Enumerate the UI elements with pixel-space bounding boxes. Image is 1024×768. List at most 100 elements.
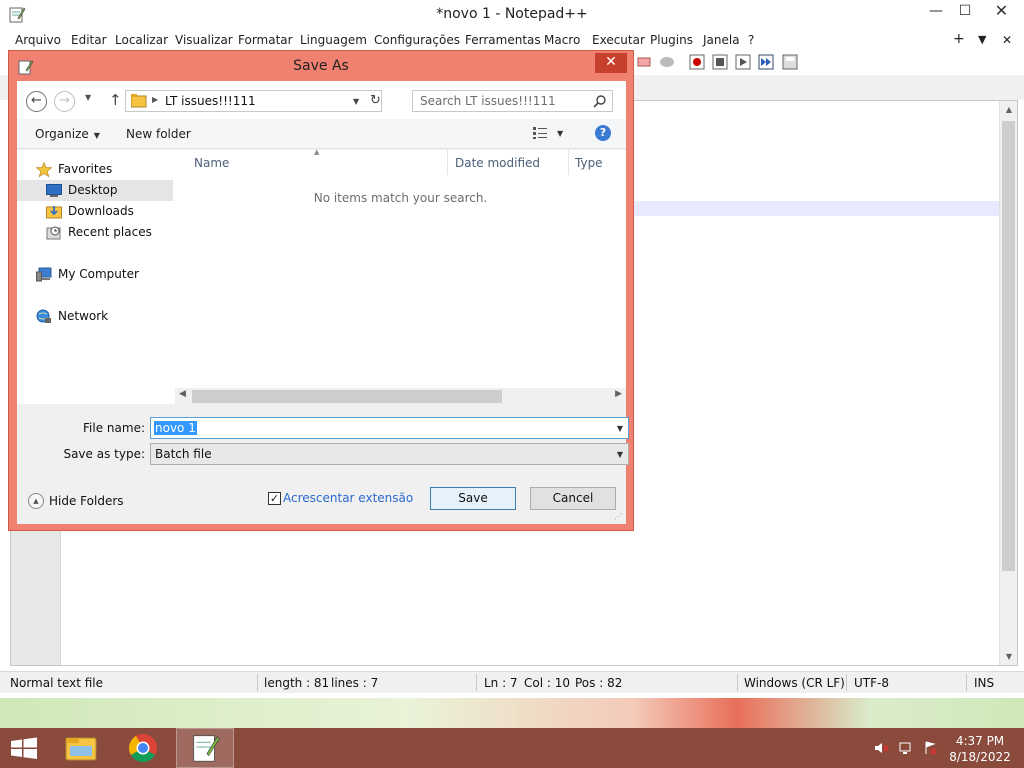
help-icon[interactable]: ? bbox=[595, 125, 611, 141]
nav-item-label: Recent places bbox=[68, 225, 152, 239]
downloads-icon bbox=[46, 206, 62, 219]
change-view-icon[interactable] bbox=[532, 126, 548, 140]
column-separator[interactable] bbox=[568, 150, 569, 175]
tab-list-button[interactable]: ▼ bbox=[978, 33, 986, 46]
menu-visualizar[interactable]: Visualizar bbox=[175, 33, 233, 47]
column-header-type[interactable]: Type bbox=[575, 156, 603, 170]
search-placeholder[interactable]: Search LT issues!!!111 bbox=[420, 94, 556, 108]
nav-item-desktop[interactable]: Desktop bbox=[17, 180, 173, 201]
file-list-pane[interactable]: ▲ Name Date modified Type No items match… bbox=[175, 148, 626, 404]
notepad-plus-plus-taskbar-icon[interactable] bbox=[176, 728, 234, 768]
menu-linguagem[interactable]: Linguagem bbox=[300, 33, 367, 47]
cancel-button[interactable]: Cancel bbox=[530, 487, 616, 510]
menu-executar[interactable]: Executar bbox=[592, 33, 645, 47]
status-separator bbox=[257, 674, 258, 691]
status-position: Pos : 82 bbox=[575, 676, 623, 690]
column-header-date-modified[interactable]: Date modified bbox=[455, 156, 540, 170]
file-explorer-icon[interactable] bbox=[52, 728, 110, 768]
recent-places-icon bbox=[46, 226, 61, 240]
recent-locations-chevron-icon[interactable]: ▼ bbox=[85, 93, 91, 102]
file-name-label: File name: bbox=[83, 421, 145, 435]
new-folder-button[interactable]: New folder bbox=[126, 127, 191, 141]
scroll-left-icon[interactable]: ◀ bbox=[179, 389, 186, 399]
nav-item-network[interactable]: Network bbox=[17, 306, 173, 327]
scroll-down-icon[interactable]: ▼ bbox=[1000, 652, 1018, 661]
file-list-horizontal-scrollbar[interactable]: ◀ ▶ bbox=[175, 388, 626, 405]
system-clock[interactable]: 4:37 PM 8/18/2022 bbox=[945, 733, 1015, 765]
menu-configuracoes[interactable]: Configurações bbox=[374, 33, 460, 47]
resize-grip-icon[interactable]: ⋰ bbox=[614, 512, 624, 522]
save-as-type-value: Batch file bbox=[155, 447, 212, 461]
search-box[interactable]: Search LT issues!!!111 bbox=[412, 90, 613, 112]
append-extension-checkbox[interactable]: ✓ bbox=[268, 492, 281, 505]
maximize-button[interactable]: ☐ bbox=[951, 0, 979, 24]
chrome-icon[interactable] bbox=[114, 728, 172, 768]
breadcrumb-chevron-icon[interactable]: ▶ bbox=[152, 95, 158, 104]
editor-vertical-scrollbar[interactable]: ▲ ▼ bbox=[999, 101, 1017, 665]
view-options-chevron-icon[interactable]: ▼ bbox=[557, 129, 563, 138]
status-file-type: Normal text file bbox=[10, 676, 104, 690]
chevron-down-icon: ▼ bbox=[616, 450, 623, 459]
organize-button[interactable]: Organize ▼ bbox=[35, 127, 100, 141]
highlight-icon[interactable] bbox=[636, 54, 652, 70]
chevron-up-icon: ▲ bbox=[28, 493, 44, 509]
menu-formatar[interactable]: Formatar bbox=[238, 33, 293, 47]
column-separator[interactable] bbox=[447, 150, 448, 175]
forward-arrow-icon[interactable]: → bbox=[54, 91, 75, 112]
volume-muted-icon[interactable] bbox=[873, 740, 889, 756]
close-button[interactable]: ✕ bbox=[979, 0, 1024, 24]
editor-scroll-thumb[interactable] bbox=[1002, 121, 1015, 571]
refresh-icon[interactable]: ↻ bbox=[369, 91, 382, 111]
address-path[interactable]: LT issues!!!111 bbox=[165, 94, 256, 108]
windows-start-icon[interactable] bbox=[0, 728, 48, 768]
file-name-field[interactable]: novo 1 ▼ bbox=[150, 417, 629, 439]
clock-date: 8/18/2022 bbox=[949, 750, 1011, 764]
record-macro-icon[interactable] bbox=[689, 54, 705, 70]
run-macro-multiple-icon[interactable] bbox=[758, 54, 774, 70]
address-bar[interactable]: ▶ LT issues!!!111 ▼ ↻ bbox=[125, 90, 382, 112]
nav-item-my-computer[interactable]: My Computer bbox=[17, 264, 173, 285]
save-macro-icon[interactable] bbox=[782, 54, 798, 70]
nav-item-label: Downloads bbox=[68, 204, 134, 218]
menu-help[interactable]: ? bbox=[748, 33, 754, 47]
minimize-button[interactable]: — bbox=[921, 0, 951, 24]
save-button[interactable]: Save bbox=[430, 487, 516, 510]
star-icon bbox=[36, 162, 52, 177]
speech-bubble-icon[interactable] bbox=[659, 54, 675, 70]
action-center-icon[interactable] bbox=[922, 740, 938, 756]
scroll-right-icon[interactable]: ▶ bbox=[615, 389, 622, 399]
nav-item-downloads[interactable]: Downloads bbox=[17, 201, 173, 222]
close-document-button[interactable]: ✕ bbox=[1002, 33, 1012, 47]
append-extension-label[interactable]: Acrescentar extensão bbox=[283, 491, 413, 505]
back-arrow-icon[interactable]: ← bbox=[26, 91, 47, 112]
status-eol: Windows (CR LF) bbox=[744, 676, 845, 690]
address-dropdown-icon[interactable]: ▼ bbox=[353, 97, 359, 106]
dialog-close-button[interactable]: ✕ bbox=[595, 53, 627, 73]
up-arrow-icon[interactable]: ↑ bbox=[109, 91, 122, 109]
network-status-icon[interactable] bbox=[898, 740, 914, 756]
save-as-type-select[interactable]: Batch file ▼ bbox=[150, 443, 629, 465]
play-macro-icon[interactable] bbox=[735, 54, 751, 70]
menu-janela[interactable]: Janela bbox=[703, 33, 740, 47]
clock-time: 4:37 PM bbox=[955, 734, 1005, 748]
stop-macro-icon[interactable] bbox=[712, 54, 728, 70]
menu-arquivo[interactable]: Arquivo bbox=[15, 33, 61, 47]
search-icon[interactable] bbox=[593, 94, 607, 108]
status-lines: lines : 7 bbox=[331, 676, 379, 690]
horizontal-scroll-thumb[interactable] bbox=[192, 390, 502, 403]
new-tab-button[interactable]: + bbox=[953, 31, 965, 47]
window-title: *novo 1 - Notepad++ bbox=[436, 6, 588, 22]
app-titlebar: *novo 1 - Notepad++ — ☐ ✕ bbox=[0, 0, 1024, 31]
menu-localizar[interactable]: Localizar bbox=[115, 33, 168, 47]
menu-editar[interactable]: Editar bbox=[71, 33, 107, 47]
menu-ferramentas[interactable]: Ferramentas bbox=[465, 33, 541, 47]
file-name-dropdown-icon[interactable]: ▼ bbox=[617, 424, 623, 433]
nav-item-favorites[interactable]: Favorites bbox=[17, 159, 173, 180]
menu-macro[interactable]: Macro bbox=[544, 33, 580, 47]
save-as-dialog: Save As ✕ ← → ▼ ↑ ▶ LT issues!!!111 ▼ ↻ … bbox=[8, 50, 634, 531]
nav-item-recent-places[interactable]: Recent places bbox=[17, 222, 173, 243]
menu-plugins[interactable]: Plugins bbox=[650, 33, 693, 47]
file-name-value[interactable]: novo 1 bbox=[154, 421, 197, 435]
column-header-name[interactable]: Name bbox=[194, 156, 229, 170]
scroll-up-icon[interactable]: ▲ bbox=[1000, 105, 1018, 114]
